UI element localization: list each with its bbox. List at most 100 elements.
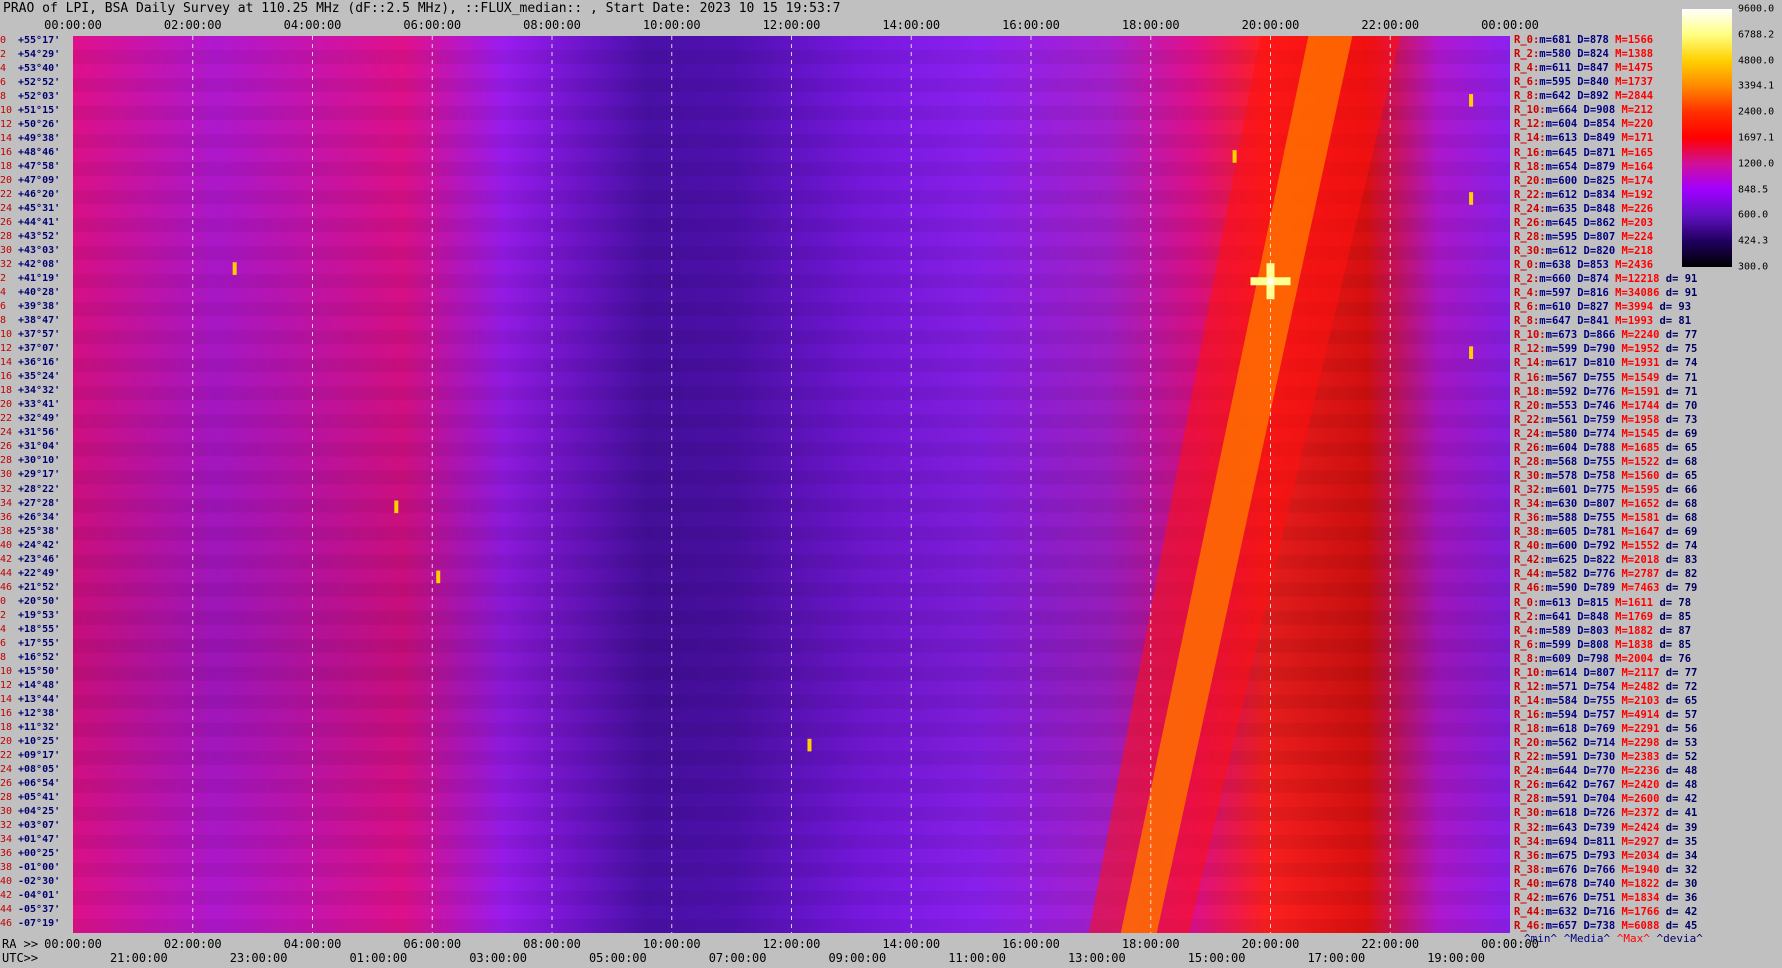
ra-tick-label: 22:00:00 [1361,937,1420,951]
utc-prefix: UTC>> [2,951,39,965]
heatmap-svg [73,36,1510,968]
heatmap-plot [73,36,1510,968]
declination-value: +00°25' [18,847,61,859]
stat-min: m=580 [1545,427,1578,440]
stat-row: R_18:m=618 D=769 M=2291 d= 56 [1514,722,1697,736]
declination-label: 22 +32°49' [0,413,60,424]
stat-median: D=704 [1583,793,1616,806]
interference-spike [394,500,399,514]
declination-label: 32 +28°22' [0,484,60,495]
utc-tick-label: 09:00:00 [828,951,887,965]
stat-median: D=862 [1583,216,1616,229]
declination-label: 20 +10°25' [0,736,60,747]
stat-row: R_40:m=600 D=792 M=1552 d= 74 [1514,539,1697,553]
stat-max: M=1766 [1621,905,1660,918]
declination-label: 32 +03°07' [0,820,60,831]
stat-row: R_26:m=604 D=788 M=1685 d= 65 [1514,441,1697,455]
stat-min: m=611 [1539,62,1571,75]
utc-tick-label: 11:00:00 [948,951,1007,965]
stat-median: D=827 [1577,301,1609,314]
top-tick-label: 16:00:00 [1002,18,1060,32]
declination-value: -01°00' [18,861,61,873]
stat-max: M=1958 [1621,413,1660,426]
declination-label: 10 +15°50' [0,666,60,677]
stat-row: R_16:m=594 D=757 M=4914 d= 57 [1514,708,1697,722]
declination-value: +18°55' [18,623,61,635]
declination-value: +11°32' [18,721,61,733]
beam-index: 44 [0,903,13,915]
stat-min: m=568 [1545,455,1578,468]
declination-label: 10 +37°57' [0,329,60,340]
stat-row: R_24:m=644 D=770 M=2236 d= 48 [1514,764,1697,778]
stat-max: M=2117 [1621,666,1660,679]
beam-index: 16 [0,707,13,719]
stat-median: D=824 [1577,48,1609,61]
stat-row-id: R_0: [1514,596,1540,609]
utc-tick-label: 05:00:00 [588,951,647,965]
beam-index: 14 [0,357,13,369]
declination-value: +29°17' [18,469,61,481]
stat-max: M=2018 [1621,554,1660,567]
beam-index: 20 [0,175,13,187]
declination-label: 26 +06°54' [0,778,60,789]
stat-max: M=1566 [1615,34,1654,46]
stat-row: R_20:m=562 D=714 M=2298 d= 53 [1514,736,1697,750]
stat-row: R_4:m=589 D=803 M=1882 d= 87 [1514,624,1691,638]
stat-row-id: R_36: [1514,512,1546,525]
stat-row-id: R_10: [1514,329,1546,342]
declination-label: 10 +51°15' [0,105,60,116]
stat-row: R_6:m=599 D=808 M=1838 d= 85 [1514,638,1691,652]
declination-value: +20°50' [18,595,61,607]
stat-devia: d= 81 [1659,315,1692,328]
stat-median: D=758 [1583,469,1616,482]
stat-max: M=2424 [1621,821,1660,834]
colorbar-label: 300.0 [1738,261,1769,273]
stat-median: D=849 [1583,132,1616,145]
stat-max: M=2420 [1621,779,1660,792]
declination-label: 16 +48°46' [0,147,60,158]
stat-row: R_14:m=584 D=755 M=2103 d= 65 [1514,694,1697,708]
stat-row-id: R_12: [1514,680,1546,693]
stat-devia: d= 77 [1665,666,1698,679]
stat-max: M=1737 [1615,76,1654,89]
stat-row-id: R_42: [1514,891,1546,904]
stat-row-id: R_16: [1514,371,1546,384]
beam-index: 24 [0,763,13,775]
beam-index: 2 [0,273,7,285]
declination-label: 16 +35°24' [0,371,60,382]
stat-row: R_38:m=605 D=781 M=1647 d= 69 [1514,525,1697,539]
stat-min: m=644 [1545,765,1578,778]
declination-label: 4 +40°28' [0,287,60,298]
stat-devia: d= 87 [1659,624,1692,637]
stat-median: D=807 [1583,498,1616,511]
beam-index: 2 [0,49,7,61]
declination-label: 0 +55°17' [0,35,60,46]
top-tick-label: 02:00:00 [163,18,222,32]
beam-index: 4 [0,623,7,635]
stat-row: R_18:m=592 D=776 M=1591 d= 71 [1514,385,1697,399]
stat-devia: d= 56 [1665,723,1698,736]
ra-tick-label: 06:00:00 [403,937,462,951]
stat-median: D=840 [1577,76,1609,89]
stat-row: R_40:m=678 D=740 M=1822 d= 30 [1514,877,1697,891]
declination-value: +35°24' [18,371,61,383]
declination-value: +41°19' [18,273,61,285]
beam-index: 18 [0,385,13,397]
stat-min: m=595 [1539,76,1571,89]
top-tick-label: 00:00:00 [1481,18,1539,32]
stat-max: M=3994 [1615,301,1654,314]
stat-devia: d= 68 [1665,512,1698,525]
stat-median: D=798 [1577,652,1609,665]
stat-row-id: R_30: [1514,469,1546,482]
stat-min: m=618 [1545,807,1578,820]
stat-row: R_32:m=601 D=775 M=1595 d= 66 [1514,483,1697,497]
beam-index: 36 [0,847,13,859]
colorbar-label: 600.0 [1738,209,1769,221]
declination-label: 30 +04°25' [0,806,60,817]
declination-value: +25°38' [18,525,61,537]
declination-value: +45°31' [18,203,61,215]
declination-value: +04°25' [18,805,61,817]
beam-index: 10 [0,105,13,117]
beam-index: 34 [0,497,13,509]
stat-median: D=770 [1583,765,1616,778]
